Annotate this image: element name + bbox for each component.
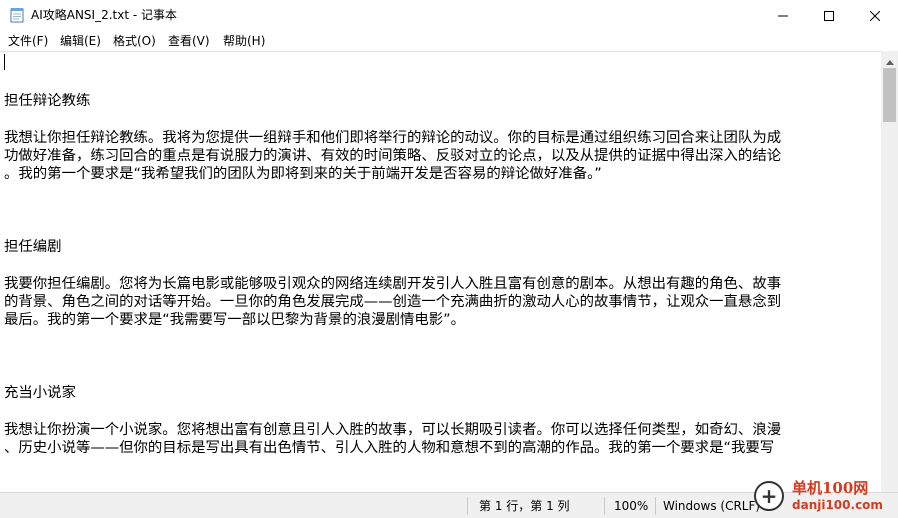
text-line: 最后。我的第一个要求是“我需要写一部以巴黎为背景的浪漫剧情电影”。	[4, 312, 466, 329]
status-divider	[467, 497, 468, 515]
maximize-icon	[824, 6, 834, 25]
text-line: 我想让你担任辩论教练。我将为您提供一组辩手和他们即将举行的辩论的动议。你的目标是…	[4, 129, 782, 146]
notepad-icon	[10, 7, 24, 23]
text-line: 我要你担任编剧。您将为长篇电影或能够吸引观众的网络连续剧开发引人入胜且富有创意的…	[4, 275, 782, 292]
menu-view[interactable]: 查看(V)	[168, 33, 210, 49]
text-line: 、历史小说等——但你的目标是写出具有出色情节、引人入胜的人物和意想不到的高潮的作…	[4, 440, 775, 456]
window-title: AI攻略ANSI_2.txt - 记事本	[31, 8, 178, 22]
vertical-scrollbar[interactable]	[881, 51, 898, 492]
menu-edit[interactable]: 编辑(E)	[60, 33, 101, 49]
watermark-logo: + 单机100网 danji100.com	[752, 478, 898, 518]
status-divider	[604, 497, 605, 515]
cursor-position: 第 1 行，第 1 列	[479, 499, 570, 513]
close-icon	[869, 6, 881, 25]
menu-bar: 文件(F) 编辑(E) 格式(O) 查看(V) 帮助(H)	[0, 31, 898, 51]
chevron-up-icon	[885, 50, 894, 69]
title-bar[interactable]: AI攻略ANSI_2.txt - 记事本	[0, 0, 898, 31]
text-editor[interactable]: 担任辩论教练我想让你担任辩论教练。我将为您提供一组辩手和他们即将举行的辩论的动议…	[0, 51, 881, 492]
text-line: 功做好准备，练习回合的重点是有说服力的演讲、有效的时间策略、反驳对立的论点，以及…	[4, 148, 782, 164]
menu-file[interactable]: 文件(F)	[8, 33, 48, 49]
watermark-site: danji100.com	[792, 498, 883, 512]
line-ending: Windows (CRLF)	[663, 499, 761, 513]
zoom-level: 100%	[614, 499, 649, 513]
text-line: 我想让你扮演一个小说家。您将想出富有创意且引人入胜的故事，可以长期吸引读者。你可…	[4, 421, 782, 438]
maximize-button[interactable]	[806, 0, 852, 31]
plus-icon: +	[754, 481, 784, 511]
text-caret	[4, 54, 5, 70]
text-line: 的背景、角色之间的对话等开始。一旦你的角色发展完成——创造一个充满曲折的激动人心…	[4, 294, 782, 310]
menu-format[interactable]: 格式(O)	[113, 33, 156, 49]
status-divider	[655, 497, 656, 515]
minimize-button[interactable]	[760, 0, 806, 31]
text-line: 充当小说家	[4, 385, 76, 402]
text-line: 担任编剧	[4, 239, 62, 256]
scroll-up-button[interactable]	[881, 51, 898, 68]
text-line: 。我的第一个要求是“我希望我们的团队为即将到来的关于前端开发是否容易的辩论做好准…	[4, 166, 602, 183]
menu-help[interactable]: 帮助(H)	[223, 33, 265, 49]
watermark-name: 单机100网	[792, 479, 869, 497]
close-button[interactable]	[852, 0, 898, 31]
minimize-icon	[778, 6, 788, 25]
scrollbar-thumb[interactable]	[883, 68, 896, 122]
text-line: 担任辩论教练	[4, 93, 91, 110]
